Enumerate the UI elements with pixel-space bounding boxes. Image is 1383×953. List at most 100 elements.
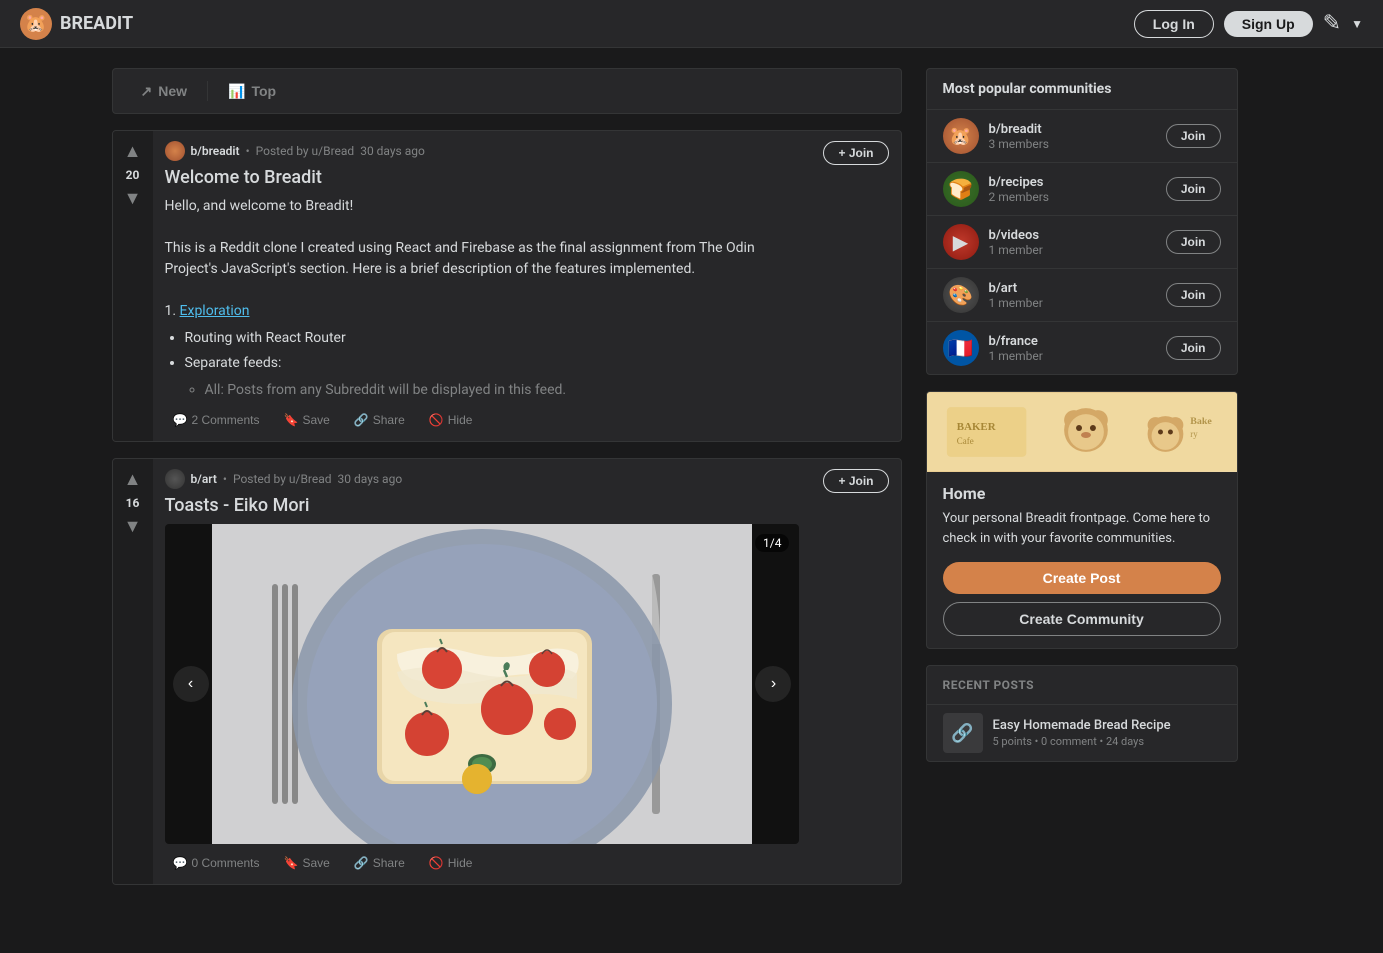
post-card: ▲ 20 ▼ b/breadit • Posted by u/Bread 30 … (112, 130, 902, 442)
community-info: b/art 1 member (989, 281, 1156, 310)
post-join-area: + Join (811, 131, 900, 441)
user-icon[interactable]: ✎ (1323, 11, 1341, 36)
hide-button[interactable]: 🚫 Hide (421, 852, 481, 874)
community-link[interactable]: b/art (191, 472, 217, 486)
join-button[interactable]: + Join (823, 469, 888, 493)
posted-by: Posted by u/Bread (256, 144, 355, 158)
join-button[interactable]: + Join (823, 141, 888, 165)
carousel-counter: 1/4 (755, 534, 789, 552)
community-join-button[interactable]: Join (1166, 177, 1221, 201)
comments-button[interactable]: 💬 2 Comments (165, 409, 268, 431)
time-ago: 30 days ago (360, 144, 425, 158)
recent-post-meta: 5 points • 0 comment • 24 days (993, 735, 1221, 748)
comments-button[interactable]: 💬 0 Comments (165, 852, 268, 874)
community-name: b/france (989, 334, 1156, 349)
create-post-button[interactable]: Create Post (943, 562, 1221, 594)
community-avatar: 🍞 (943, 171, 979, 207)
home-card-body: Home Your personal Breadit frontpage. Co… (927, 472, 1237, 648)
bullet-item: Separate feeds: All: Posts from any Subr… (185, 353, 800, 401)
save-button[interactable]: 🔖 Save (275, 409, 337, 431)
save-icon: 🔖 (283, 856, 298, 870)
sidebar: Most popular communities 🐹 b/breadit 3 m… (926, 68, 1238, 901)
community-avatar: 🐹 (943, 118, 979, 154)
post-separator: • (246, 144, 250, 158)
community-members: 3 members (989, 137, 1156, 151)
post-card: ▲ 16 ▼ b/art • Posted by u/Bread 30 days… (112, 458, 902, 885)
bullet-item: Routing with React Router (185, 328, 800, 349)
carousel-prev-button[interactable]: ‹ (173, 666, 209, 702)
home-description: Your personal Breadit frontpage. Come he… (943, 509, 1221, 548)
posted-by: Posted by u/Bread (233, 472, 332, 486)
post-actions: 💬 2 Comments 🔖 Save 🔗 Share 🚫 Hide (165, 409, 800, 431)
post-meta: b/art • Posted by u/Bread 30 days ago (165, 469, 800, 489)
community-join-button[interactable]: Join (1166, 336, 1221, 360)
community-list-item: 🎨 b/art 1 member Join (927, 268, 1237, 321)
sub-bullet-item: All: Posts from any Subreddit will be di… (205, 380, 800, 401)
signup-button[interactable]: Sign Up (1224, 11, 1313, 37)
popular-communities-header: Most popular communities (927, 69, 1237, 109)
svg-text:Cafe: Cafe (956, 436, 973, 446)
time-ago: 30 days ago (338, 472, 403, 486)
share-button[interactable]: 🔗 Share (346, 409, 413, 431)
vote-count: 20 (126, 168, 140, 182)
login-button[interactable]: Log In (1134, 10, 1214, 38)
sort-top-button[interactable]: 📊 Top (212, 75, 292, 108)
community-join-button[interactable]: Join (1166, 124, 1221, 148)
save-button[interactable]: 🔖 Save (275, 852, 337, 874)
logo-icon: 🐹 (20, 8, 52, 40)
header-chevron-icon[interactable]: ▼ (1351, 17, 1363, 31)
community-name: b/art (989, 281, 1156, 296)
community-link[interactable]: b/breadit (191, 144, 240, 158)
sort-bar: ↗ New 📊 Top (112, 68, 902, 114)
community-avatar: ▶ (943, 224, 979, 260)
community-name: b/videos (989, 228, 1156, 243)
community-avatar: 🎨 (943, 277, 979, 313)
vote-column: ▲ 16 ▼ (113, 459, 153, 884)
exploration-link[interactable]: Exploration (180, 303, 250, 319)
site-logo[interactable]: 🐹 BREADIT (20, 8, 133, 40)
header-actions: Log In Sign Up ✎ ▼ (1134, 10, 1363, 38)
hide-button[interactable]: 🚫 Hide (421, 409, 481, 431)
home-title: Home (943, 484, 1221, 503)
downvote-button[interactable]: ▼ (118, 514, 148, 539)
header: 🐹 BREADIT Log In Sign Up ✎ ▼ (0, 0, 1383, 48)
home-card: BAKER Cafe (926, 391, 1238, 649)
create-community-button[interactable]: Create Community (943, 602, 1221, 636)
post-title: Toasts - Eiko Mori (165, 495, 800, 516)
upvote-button[interactable]: ▲ (118, 467, 148, 492)
post-body: b/breadit • Posted by u/Bread 30 days ag… (153, 131, 812, 441)
hide-icon: 🚫 (429, 413, 444, 427)
top-icon: 📊 (228, 83, 245, 100)
post-content: Hello, and welcome to Breadit! This is a… (165, 196, 800, 401)
hide-icon: 🚫 (429, 856, 444, 870)
sort-new-button[interactable]: ↗ New (125, 75, 204, 108)
community-icon (165, 469, 185, 489)
recent-post-item: 🔗 Easy Homemade Bread Recipe 5 points • … (927, 704, 1237, 761)
community-list-item: 🇫🇷 b/france 1 member Join (927, 321, 1237, 374)
community-members: 2 members (989, 190, 1156, 204)
post-join-area: + Join (811, 459, 900, 884)
save-icon: 🔖 (283, 413, 298, 427)
downvote-button[interactable]: ▼ (118, 186, 148, 211)
recent-posts-header: RECENT POSTS (927, 666, 1237, 704)
page-container: ↗ New 📊 Top ▲ 20 ▼ b/breadit • Poste (92, 48, 1292, 921)
community-info: b/breadit 3 members (989, 122, 1156, 151)
community-list-item: 🍞 b/recipes 2 members Join (927, 162, 1237, 215)
home-banner-image: BAKER Cafe (927, 392, 1237, 472)
share-button[interactable]: 🔗 Share (346, 852, 413, 874)
comment-icon: 💬 (173, 856, 188, 870)
recent-post-title: Easy Homemade Bread Recipe (993, 718, 1221, 733)
community-list-item: 🐹 b/breadit 3 members Join (927, 109, 1237, 162)
upvote-button[interactable]: ▲ (118, 139, 148, 164)
community-name: b/recipes (989, 175, 1156, 190)
site-name: BREADIT (60, 13, 133, 34)
carousel-next-button[interactable]: › (755, 666, 791, 702)
community-join-button[interactable]: Join (1166, 230, 1221, 254)
svg-text:BAKER: BAKER (956, 421, 995, 433)
community-members: 1 member (989, 296, 1156, 310)
svg-text:Bake: Bake (1190, 416, 1212, 427)
community-join-button[interactable]: Join (1166, 283, 1221, 307)
post-image (212, 524, 752, 844)
main-content: ↗ New 📊 Top ▲ 20 ▼ b/breadit • Poste (112, 68, 902, 901)
post-title: Welcome to Breadit (165, 167, 800, 188)
